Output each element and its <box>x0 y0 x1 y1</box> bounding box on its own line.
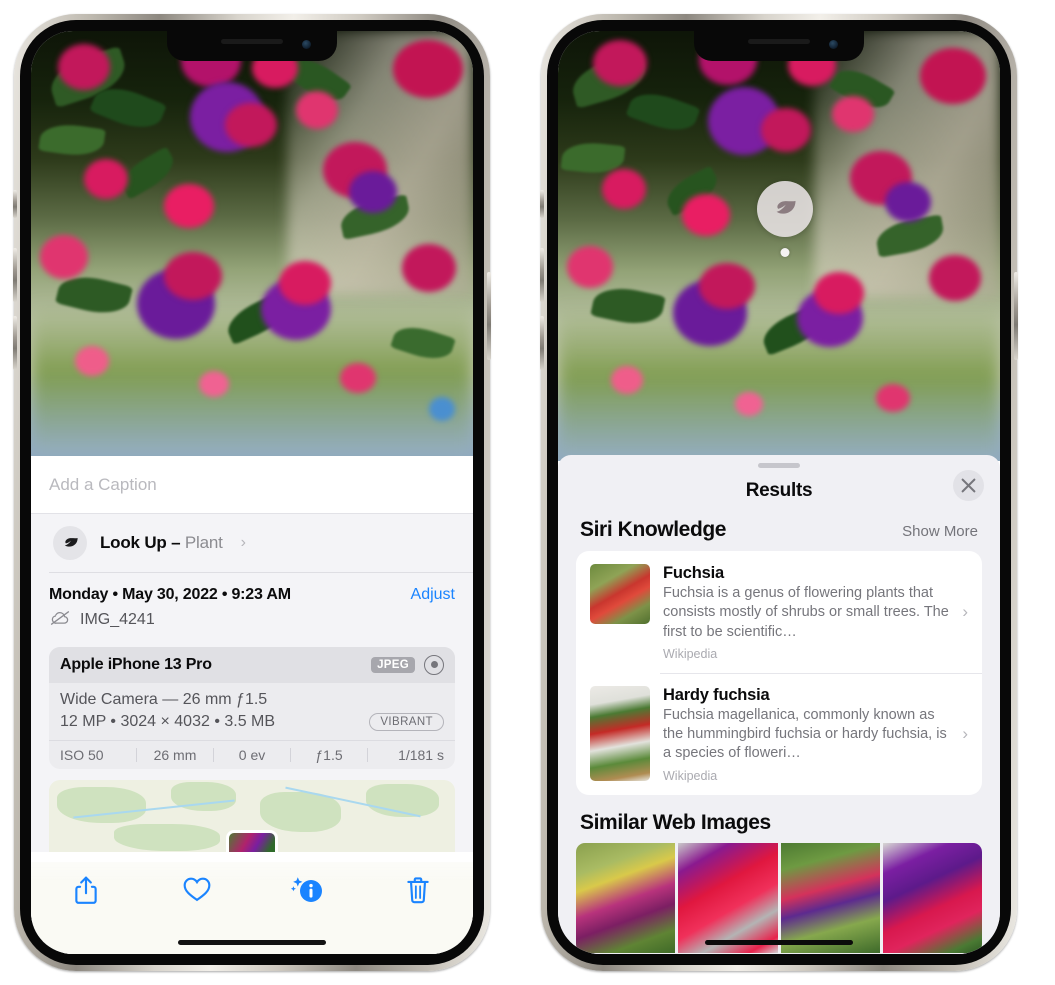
knowledge-title: Hardy fuchsia <box>663 685 770 704</box>
camera-info-card: Apple iPhone 13 Pro JPEG Wide Camera — 2… <box>49 646 455 769</box>
web-image-4[interactable] <box>882 842 982 953</box>
right-screen: Results Siri Knowledge Show More Fuchsia… <box>558 31 1000 954</box>
leaf-icon <box>53 526 87 560</box>
exif-shutter: 1/181 s <box>398 746 444 763</box>
knowledge-description: Fuchsia is a genus of flowering plants t… <box>663 585 949 640</box>
location-map[interactable] <box>49 779 455 852</box>
photographic-style-badge: VIBRANT <box>369 712 444 731</box>
home-indicator-right[interactable] <box>705 940 853 945</box>
left-screen: Add a Caption ✦ ✦ Look Up – <box>31 31 473 954</box>
photo-filename: IMG_4241 <box>80 611 155 628</box>
knowledge-title: Fuchsia <box>663 564 724 582</box>
front-camera-icon <box>829 40 838 49</box>
visual-lookup-badge[interactable] <box>757 181 813 257</box>
knowledge-card[interactable]: Hardy fuchsia Fuchsia magellanica, commo… <box>576 672 982 795</box>
web-image-3[interactable] <box>780 842 880 953</box>
web-image-2[interactable] <box>678 842 778 953</box>
web-image-1[interactable] <box>576 842 676 953</box>
exif-row: ISO 50 26 mm 0 ev ƒ1.5 1/181 s <box>49 739 455 769</box>
photo-date: Monday • May 30, 2022 • 9:23 AM <box>49 585 291 603</box>
file-size-info: 12 MP • 3024 × 4032 • 3.5 MB <box>60 712 276 730</box>
siri-knowledge-cards: Fuchsia Fuchsia is a genus of flowering … <box>576 551 982 795</box>
lens-info: Wide Camera — 26 mm ƒ1.5 <box>60 690 268 708</box>
look-up-row[interactable]: ✦ ✦ Look Up – Plant › <box>31 507 473 572</box>
left-iphone: Add a Caption ✦ ✦ Look Up – <box>13 14 491 971</box>
section-title: Siri Knowledge <box>580 518 727 541</box>
volume-up-button-right[interactable] <box>540 248 544 302</box>
section-title: Similar Web Images <box>580 810 771 834</box>
exif-focal: 26 mm <box>153 746 197 763</box>
knowledge-card[interactable]: Fuchsia Fuchsia is a genus of flowering … <box>576 551 982 673</box>
results-header: Results <box>558 468 1000 514</box>
exif-iso: ISO 50 <box>60 746 104 763</box>
knowledge-description: Fuchsia magellanica, commonly known as t… <box>663 706 947 762</box>
chevron-right-icon: › <box>240 534 246 551</box>
similar-web-images-header: Similar Web Images <box>558 795 1000 843</box>
look-up-label: Look Up – Plant <box>100 533 223 552</box>
format-badge: JPEG <box>371 656 415 673</box>
similar-web-images-strip <box>576 842 982 953</box>
camera-device-name: Apple iPhone 13 Pro <box>60 655 212 673</box>
power-button-right[interactable] <box>1014 272 1018 360</box>
show-more-button[interactable]: Show More <box>902 523 978 540</box>
results-title: Results <box>745 480 813 501</box>
map-photo-thumbnail <box>226 829 278 852</box>
mute-switch-right[interactable] <box>540 190 544 218</box>
front-camera-icon <box>302 40 311 49</box>
chevron-right-icon: › <box>962 601 968 621</box>
photo-fuchsia-right[interactable] <box>558 31 1000 461</box>
knowledge-thumbnail <box>590 685 650 781</box>
knowledge-thumbnail <box>590 564 650 624</box>
results-sheet: Results Siri Knowledge Show More Fuchsia… <box>558 455 1000 954</box>
adjust-button[interactable]: Adjust <box>411 586 455 604</box>
close-icon[interactable] <box>953 470 984 501</box>
delete-button[interactable] <box>363 875 474 905</box>
camera-card-body: Wide Camera — 26 mm ƒ1.5 12 MP • 3024 × … <box>49 683 455 740</box>
exif-exposure: 0 ev <box>238 746 266 763</box>
siri-knowledge-header: Siri Knowledge Show More <box>558 514 1000 551</box>
photo-fuchsia-left[interactable] <box>31 31 473 456</box>
notch-right <box>694 31 864 61</box>
lookup-anchor-dot <box>780 248 790 257</box>
cloud-slash-icon <box>49 610 71 631</box>
earpiece-speaker <box>748 39 810 44</box>
screenshot-stage: Add a Caption ✦ ✦ Look Up – <box>0 0 1055 985</box>
photo-metadata: Monday • May 30, 2022 • 9:23 AM Adjust I… <box>31 572 473 637</box>
notch-left <box>167 31 337 61</box>
look-up-section: ✦ ✦ Look Up – Plant › <box>31 507 473 852</box>
share-button[interactable] <box>31 875 142 905</box>
mute-switch-left[interactable] <box>13 190 17 218</box>
knowledge-source: Wikipedia <box>663 646 718 661</box>
volume-down-button-right[interactable] <box>540 316 544 370</box>
look-up-subject: Plant <box>184 533 223 552</box>
caption-input[interactable]: Add a Caption <box>31 456 473 514</box>
camera-card-header: Apple iPhone 13 Pro JPEG <box>49 646 455 683</box>
exif-aperture: ƒ1.5 <box>315 746 343 763</box>
right-iphone: Results Siri Knowledge Show More Fuchsia… <box>540 14 1018 971</box>
aperture-icon <box>424 654 444 675</box>
caption-placeholder: Add a Caption <box>49 474 157 494</box>
earpiece-speaker <box>221 39 283 44</box>
chevron-right-icon: › <box>962 723 968 743</box>
power-button-left[interactable] <box>487 272 491 360</box>
knowledge-source: Wikipedia <box>663 768 718 783</box>
volume-up-button-left[interactable] <box>13 248 17 302</box>
volume-down-button-left[interactable] <box>13 316 17 370</box>
favorite-button[interactable] <box>142 875 253 903</box>
info-button[interactable] <box>252 875 363 905</box>
home-indicator-left[interactable] <box>178 940 326 945</box>
